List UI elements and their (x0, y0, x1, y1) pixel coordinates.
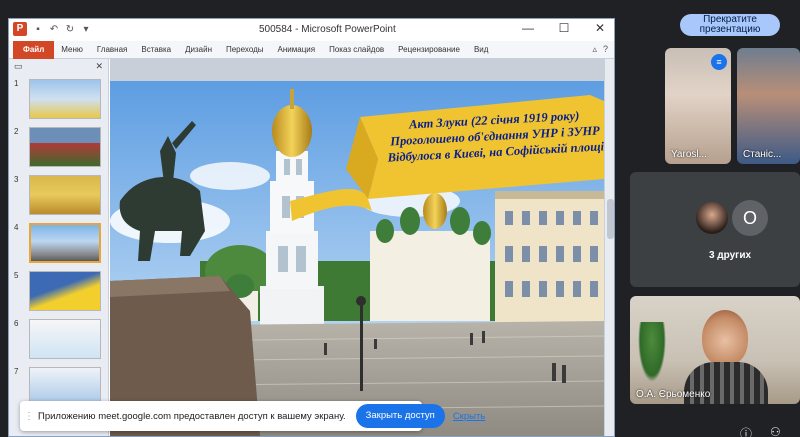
slide-thumbnail-pane: ▭ ✕ 1 2 3 4 5 6 7 (9, 59, 109, 436)
tab-home[interactable]: Главная (90, 45, 134, 54)
powerpoint-logo-icon[interactable]: P (13, 22, 27, 36)
collapse-ribbon-icon[interactable]: ▵ (592, 44, 597, 55)
quick-access-toolbar: P ▪ ↶ ↻ ▾ (13, 22, 91, 36)
slide-preview (29, 79, 101, 119)
minimize-icon[interactable]: — (518, 21, 538, 35)
presenter-tile[interactable]: О.А. Єрьоменко (630, 296, 800, 404)
others-count-label: 3 других (708, 250, 752, 261)
presenter-face (702, 310, 748, 366)
participant-tile[interactable]: ≡ Yarosl... (665, 48, 731, 164)
customize-dropdown-icon[interactable]: ▾ (81, 24, 91, 35)
info-icon[interactable]: ⓘ (740, 425, 752, 437)
people-icon[interactable]: ⚇ (770, 425, 781, 437)
slide-preview (29, 271, 101, 311)
hide-notification-link[interactable]: Скрыть (453, 411, 485, 422)
slide-thumbnail[interactable]: 1 (9, 77, 109, 121)
tab-view[interactable]: Вид (467, 45, 495, 54)
slide-number: 3 (14, 175, 19, 184)
undo-icon[interactable]: ↶ (49, 24, 59, 35)
scrollbar-thumb[interactable] (607, 199, 614, 239)
vertical-scrollbar[interactable] (604, 59, 614, 436)
maximize-icon[interactable]: ☐ (554, 21, 574, 35)
redo-icon[interactable]: ↻ (65, 24, 75, 35)
participant-name: Yarosl... (671, 149, 707, 160)
current-slide[interactable]: Акт Злуки (22 січня 1919 року) Проголоше… (110, 81, 604, 436)
stop-presenting-button[interactable]: Прекратите презентацию (680, 14, 780, 36)
slide-number: 1 (14, 79, 19, 88)
slide-preview (29, 175, 101, 215)
screen-share-notification: ⋮⋮ Приложению meet.google.com предоставл… (20, 401, 485, 431)
slide-thumbnail[interactable]: 6 (9, 317, 109, 361)
stop-sharing-button[interactable]: Закрыть доступ (355, 404, 445, 428)
slide-thumbnail[interactable]: 2 (9, 125, 109, 169)
tab-insert[interactable]: Вставка (134, 45, 178, 54)
speaking-indicator-icon: ≡ (711, 54, 727, 70)
slides-tab-icon[interactable]: ▭ (14, 61, 23, 73)
drag-handle-icon[interactable]: ⋮⋮ (24, 411, 44, 422)
participant-avatar-initial: O (732, 200, 768, 236)
save-icon[interactable]: ▪ (33, 24, 43, 35)
thumbnail-pane-header: ▭ ✕ (9, 59, 108, 75)
slide-number: 7 (14, 367, 19, 376)
slide-thumbnail-active[interactable]: 4 (9, 221, 109, 265)
participant-tile[interactable]: Станіс... (737, 48, 800, 164)
tab-menu[interactable]: Меню (54, 45, 90, 54)
slide-thumbnail[interactable]: 5 (9, 269, 109, 313)
participant-avatar (694, 200, 730, 236)
notification-message: Приложению meet.google.com предоставлен … (38, 410, 346, 422)
slide-number: 6 (14, 319, 19, 328)
ribbon-right-controls: ▵ ? (592, 44, 608, 55)
tab-design[interactable]: Дизайн (178, 45, 219, 54)
powerpoint-window: P ▪ ↶ ↻ ▾ 500584 - Microsoft PowerPoint … (8, 18, 615, 437)
title-bar: P ▪ ↶ ↻ ▾ 500584 - Microsoft PowerPoint … (9, 19, 614, 41)
slide-number: 5 (14, 271, 19, 280)
tab-transitions[interactable]: Переходы (219, 45, 271, 54)
tab-slideshow[interactable]: Показ слайдов (322, 45, 391, 54)
plant-background (638, 322, 666, 382)
slide-preview (29, 223, 101, 263)
presenter-name: О.А. Єрьоменко (636, 389, 711, 400)
slide-number: 2 (14, 127, 19, 136)
slide-number: 4 (14, 223, 19, 232)
window-title: 500584 - Microsoft PowerPoint (259, 24, 396, 35)
tab-file[interactable]: Файл (13, 40, 55, 59)
slide-preview (29, 127, 101, 167)
slide-thumbnail[interactable]: 3 (9, 173, 109, 217)
slide-editing-area: Акт Злуки (22 січня 1919 року) Проголоше… (110, 59, 614, 436)
participant-name: Станіс... (743, 149, 782, 160)
tab-review[interactable]: Рецензирование (391, 45, 467, 54)
ribbon-tabs: Файл Меню Главная Вставка Дизайн Переход… (9, 40, 614, 59)
close-pane-icon[interactable]: ✕ (95, 61, 103, 73)
others-tile[interactable]: O 3 других (630, 172, 800, 287)
tab-animations[interactable]: Анимация (271, 45, 323, 54)
help-icon[interactable]: ? (603, 44, 608, 55)
close-icon[interactable]: ✕ (590, 21, 610, 35)
meet-bottom-controls: ⓘ ⚇ (740, 425, 781, 437)
window-controls: — ☐ ✕ (518, 21, 610, 35)
slide-preview (29, 319, 101, 359)
